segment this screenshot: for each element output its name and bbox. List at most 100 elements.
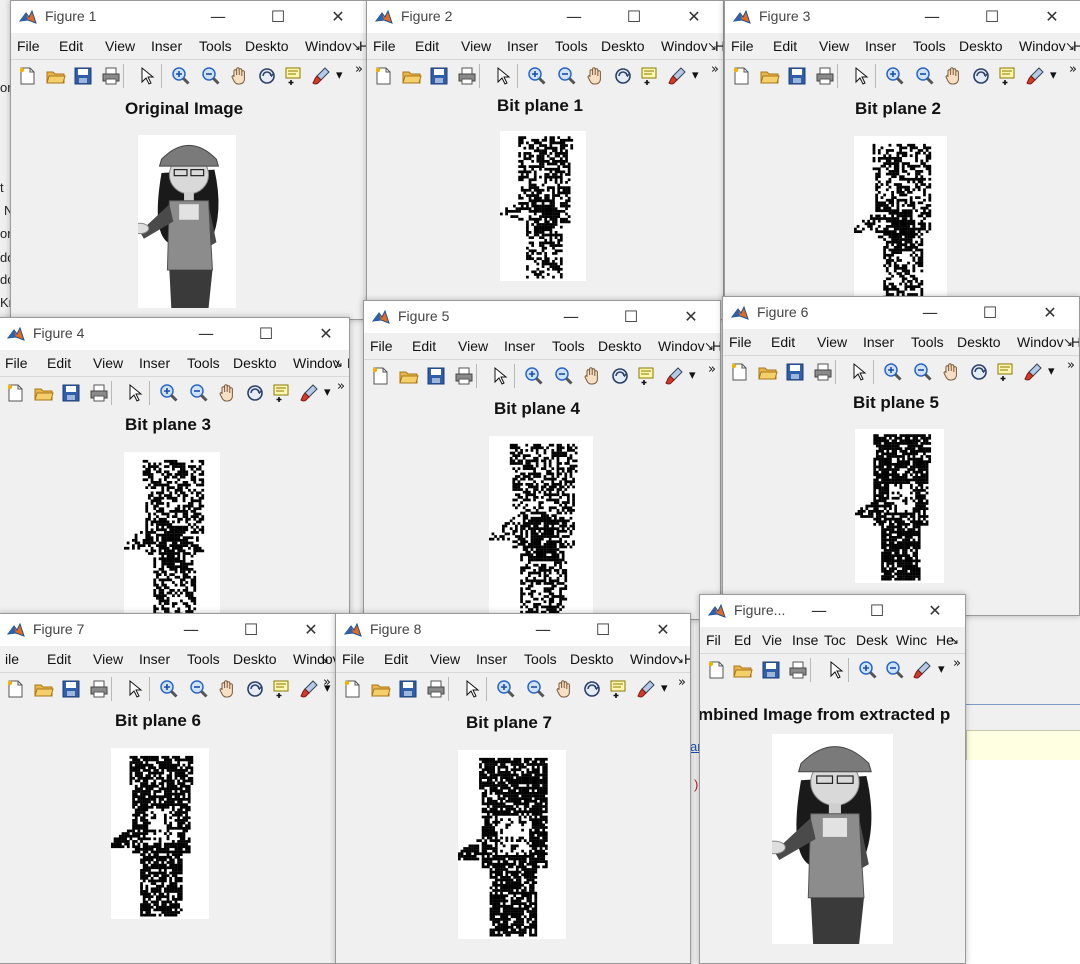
zoom-in-icon[interactable] [171,66,191,86]
pan-hand-icon[interactable] [217,383,237,403]
menu-item-toc[interactable]: Toc [824,629,850,651]
new-figure-icon[interactable] [17,66,37,86]
open-file-icon[interactable] [46,66,66,86]
window-titlebar[interactable]: Figure 1 — ☐ ✕ [11,1,367,33]
rotate-3d-icon[interactable] [257,66,277,86]
menu-item-file[interactable]: File [370,335,406,357]
brush-icon[interactable] [667,66,687,86]
menu-item-deskto[interactable]: Deskto [245,35,299,57]
close-icon[interactable]: ✕ [682,5,706,29]
figure-window-2[interactable]: Figure 2 — ☐ ✕ File Edit View Inser Tools Deskto W… [366,0,724,320]
menu-item-file[interactable]: File [342,648,378,670]
print-icon[interactable] [813,362,833,382]
brush-icon[interactable] [664,366,684,386]
brush-icon[interactable] [1025,66,1045,86]
brush-dropdown-icon[interactable]: ▾ [692,68,699,83]
new-figure-icon[interactable] [706,660,726,680]
minimize-icon[interactable]: — [531,618,555,642]
save-icon[interactable] [61,383,81,403]
new-figure-icon[interactable] [370,366,390,386]
menu-item-inser[interactable]: Inser [863,331,905,353]
menu-item-view[interactable]: View [430,648,470,670]
open-file-icon[interactable] [371,679,391,699]
edit-plot-arrow-icon[interactable] [124,383,144,403]
toolbar-overflow-icon[interactable]: » [323,675,331,690]
maximize-icon[interactable]: ☐ [239,618,263,642]
zoom-in-icon[interactable] [524,366,544,386]
brush-dropdown-icon[interactable]: ▾ [336,68,343,83]
brush-icon[interactable] [912,660,932,680]
window-titlebar[interactable]: Figure 3 — ☐ ✕ [725,1,1080,33]
print-icon[interactable] [457,66,477,86]
save-icon[interactable] [787,66,807,86]
menu-item-edit[interactable]: Edit [771,331,811,353]
menu-item-edit[interactable]: Edit [47,352,87,374]
data-cursor-icon[interactable] [995,362,1015,382]
menu-overflow-icon[interactable]: ↘ [319,648,329,670]
menu-item-tools[interactable]: Tools [911,331,951,353]
zoom-in-icon[interactable] [885,66,905,86]
maximize-icon[interactable]: ☐ [266,5,290,29]
zoom-out-icon[interactable] [915,66,935,86]
menu-item-inser[interactable]: Inser [476,648,518,670]
menu-item-view[interactable]: View [105,35,145,57]
menu-item-tools[interactable]: Tools [552,335,592,357]
toolbar-overflow-icon[interactable]: » [355,62,363,77]
rotate-3d-icon[interactable] [969,362,989,382]
brush-icon[interactable] [299,679,319,699]
data-cursor-icon[interactable] [636,366,656,386]
close-icon[interactable]: ✕ [1038,301,1062,325]
minimize-icon[interactable]: — [807,599,831,623]
close-icon[interactable]: ✕ [651,618,675,642]
pan-hand-icon[interactable] [585,66,605,86]
menu-item-view[interactable]: View [817,331,857,353]
open-file-icon[interactable] [758,362,778,382]
zoom-out-icon[interactable] [885,660,905,680]
data-cursor-icon[interactable] [639,66,659,86]
minimize-icon[interactable]: — [920,5,944,29]
maximize-icon[interactable]: ☐ [622,5,646,29]
menu-item-file[interactable]: File [731,35,767,57]
save-icon[interactable] [61,679,81,699]
save-icon[interactable] [785,362,805,382]
menu-item-ile[interactable]: ile [5,648,41,670]
save-icon[interactable] [761,660,781,680]
menu-overflow-icon[interactable]: ↘ [1063,331,1073,353]
close-icon[interactable]: ✕ [923,599,947,623]
menu-item-deskto[interactable]: Deskto [957,331,1011,353]
menu-item-edit[interactable]: Edit [384,648,424,670]
menu-item-deskto[interactable]: Deskto [570,648,624,670]
menu-item-deskto[interactable]: Deskto [601,35,655,57]
minimize-icon[interactable]: — [559,305,583,329]
print-icon[interactable] [454,366,474,386]
menu-item-view[interactable]: View [819,35,859,57]
window-titlebar[interactable]: Figure 5 — ☐ ✕ [364,301,720,333]
window-titlebar[interactable]: Figure... — ☐ ✕ [700,595,965,627]
menu-item-view[interactable]: View [461,35,501,57]
menu-item-edit[interactable]: Edit [415,35,455,57]
zoom-in-icon[interactable] [159,383,179,403]
figure-window-5[interactable]: Figure 5 — ☐ ✕ File Edit View Inser Tools Deskto W… [363,300,721,620]
save-icon[interactable] [426,366,446,386]
rotate-3d-icon[interactable] [971,66,991,86]
edit-plot-arrow-icon[interactable] [825,660,845,680]
menu-item-inser[interactable]: Inser [865,35,907,57]
brush-icon[interactable] [636,679,656,699]
data-cursor-icon[interactable] [271,679,291,699]
new-figure-icon[interactable] [373,66,393,86]
menu-item-desk[interactable]: Desk [856,629,890,651]
rotate-3d-icon[interactable] [613,66,633,86]
minimize-icon[interactable]: — [918,301,942,325]
menu-item-view[interactable]: View [93,352,133,374]
menu-overflow-icon[interactable]: ↘ [707,35,717,57]
window-titlebar[interactable]: Figure 6 — ☐ ✕ [723,297,1079,329]
toolbar-overflow-icon[interactable]: » [708,362,716,377]
menu-item-windov[interactable]: Windov [661,35,709,57]
save-icon[interactable] [429,66,449,86]
data-cursor-icon[interactable] [997,66,1017,86]
new-figure-icon[interactable] [5,679,25,699]
figure-window-4[interactable]: Figure 4— ☐ ✕ File Edit View Inser Tools Deskto W… [0,317,350,617]
menu-item-windov[interactable]: Windov [1017,331,1065,353]
open-file-icon[interactable] [34,383,54,403]
toolbar-overflow-icon[interactable]: » [953,656,961,671]
